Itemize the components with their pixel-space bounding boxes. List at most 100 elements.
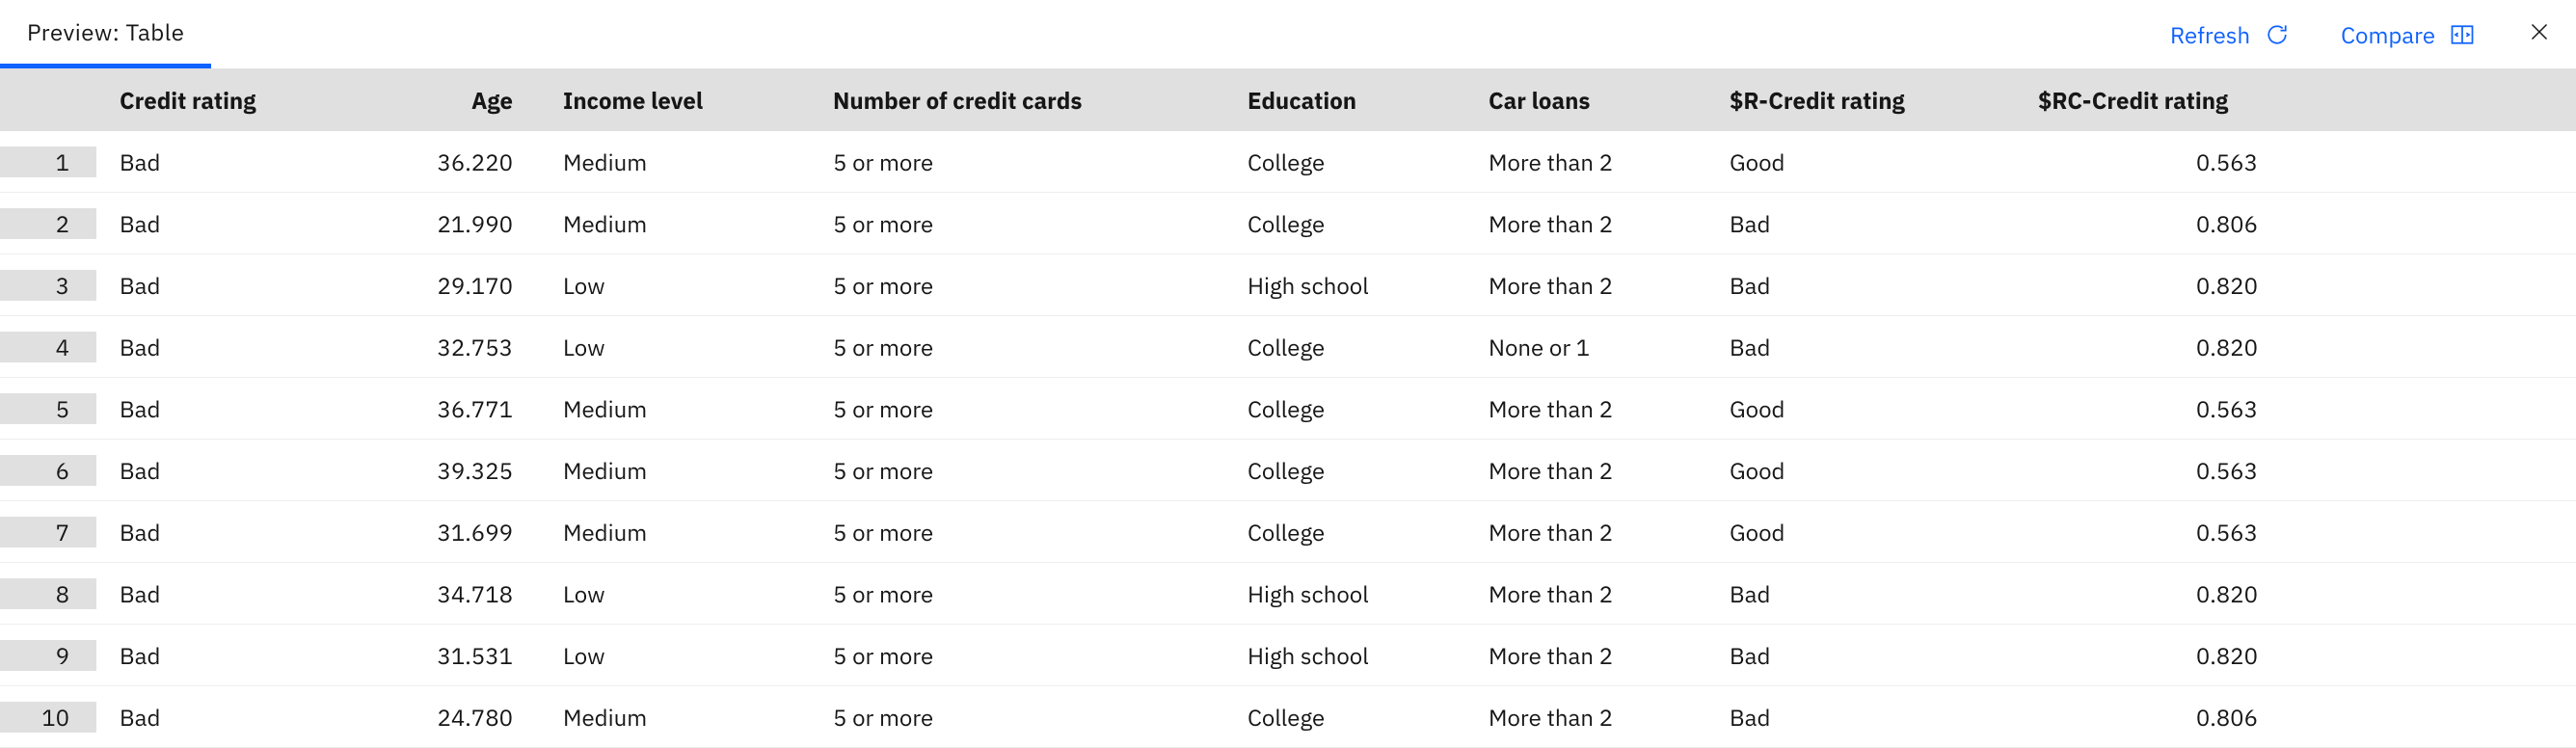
cell-age: 34.718 [366, 578, 540, 609]
header-num-cards[interactable]: Number of credit cards [810, 85, 1224, 116]
cell-income: Low [540, 578, 810, 609]
cell-cards: 5 or more [810, 147, 1224, 177]
cell-cards: 5 or more [810, 270, 1224, 301]
cell-age: 29.170 [366, 270, 540, 301]
cell-education: High school [1224, 578, 1465, 609]
cell-cards: 5 or more [810, 702, 1224, 733]
cell-credit-rating: Bad [96, 517, 366, 548]
cell-r-credit: Good [1706, 393, 2015, 424]
header-r-credit[interactable]: $R-Credit rating [1706, 85, 2015, 116]
cell-rc-credit: 0.806 [2015, 208, 2285, 239]
close-icon [2528, 19, 2551, 50]
cell-car-loans: More than 2 [1465, 393, 1706, 424]
cell-income: Low [540, 332, 810, 362]
row-number: 9 [0, 640, 96, 671]
cell-age: 32.753 [366, 332, 540, 362]
cell-rc-credit: 0.820 [2015, 640, 2285, 671]
cell-rc-credit: 0.806 [2015, 702, 2285, 733]
header-credit-rating[interactable]: Credit rating [96, 85, 366, 116]
row-number: 10 [0, 702, 96, 733]
header-rc-credit[interactable]: $RC-Credit rating [2015, 85, 2285, 116]
cell-rc-credit: 0.820 [2015, 332, 2285, 362]
cell-age: 21.990 [366, 208, 540, 239]
cell-age: 36.771 [366, 393, 540, 424]
header-car-loans[interactable]: Car loans [1465, 85, 1706, 116]
compare-button[interactable]: Compare [2341, 19, 2476, 50]
refresh-icon [2264, 21, 2291, 48]
cell-credit-rating: Bad [96, 147, 366, 177]
table-row[interactable]: 10Bad24.780Medium5 or moreCollegeMore th… [0, 686, 2576, 748]
cell-age: 39.325 [366, 455, 540, 486]
cell-education: College [1224, 332, 1465, 362]
cell-education: High school [1224, 640, 1465, 671]
cell-credit-rating: Bad [96, 640, 366, 671]
preview-tab[interactable]: Preview: Table [0, 0, 211, 68]
cell-income: Low [540, 270, 810, 301]
close-button[interactable] [2526, 21, 2553, 48]
row-number: 7 [0, 517, 96, 548]
cell-education: College [1224, 208, 1465, 239]
cell-cards: 5 or more [810, 640, 1224, 671]
refresh-button[interactable]: Refresh [2170, 19, 2291, 50]
cell-car-loans: More than 2 [1465, 270, 1706, 301]
cell-r-credit: Bad [1706, 702, 2015, 733]
refresh-label: Refresh [2170, 19, 2250, 50]
cell-education: College [1224, 147, 1465, 177]
cell-credit-rating: Bad [96, 208, 366, 239]
header-education[interactable]: Education [1224, 85, 1465, 116]
cell-rc-credit: 0.820 [2015, 578, 2285, 609]
row-number: 5 [0, 393, 96, 424]
row-number: 3 [0, 270, 96, 301]
cell-credit-rating: Bad [96, 578, 366, 609]
cell-cards: 5 or more [810, 332, 1224, 362]
cell-income: Medium [540, 455, 810, 486]
cell-income: Medium [540, 702, 810, 733]
cell-age: 36.220 [366, 147, 540, 177]
cell-rc-credit: 0.563 [2015, 393, 2285, 424]
header-income-level[interactable]: Income level [540, 85, 810, 116]
table-row[interactable]: 7Bad31.699Medium5 or moreCollegeMore tha… [0, 501, 2576, 563]
table-row[interactable]: 9Bad31.531Low5 or moreHigh schoolMore th… [0, 625, 2576, 686]
cell-credit-rating: Bad [96, 332, 366, 362]
cell-r-credit: Bad [1706, 208, 2015, 239]
cell-car-loans: More than 2 [1465, 578, 1706, 609]
cell-age: 24.780 [366, 702, 540, 733]
cell-education: College [1224, 517, 1465, 548]
table-row[interactable]: 5Bad36.771Medium5 or moreCollegeMore tha… [0, 378, 2576, 440]
cell-car-loans: More than 2 [1465, 640, 1706, 671]
table-body: 1Bad36.220Medium5 or moreCollegeMore tha… [0, 131, 2576, 748]
cell-r-credit: Bad [1706, 640, 2015, 671]
cell-car-loans: None or 1 [1465, 332, 1706, 362]
table-row[interactable]: 8Bad34.718Low5 or moreHigh schoolMore th… [0, 563, 2576, 625]
compare-label: Compare [2341, 19, 2435, 50]
table-row[interactable]: 2Bad21.990Medium5 or moreCollegeMore tha… [0, 193, 2576, 254]
cell-credit-rating: Bad [96, 393, 366, 424]
cell-r-credit: Good [1706, 147, 2015, 177]
cell-r-credit: Bad [1706, 332, 2015, 362]
cell-income: Medium [540, 147, 810, 177]
table-row[interactable]: 4Bad32.753Low5 or moreCollegeNone or 1Ba… [0, 316, 2576, 378]
cell-car-loans: More than 2 [1465, 517, 1706, 548]
cell-credit-rating: Bad [96, 270, 366, 301]
header-age[interactable]: Age [366, 85, 540, 116]
row-number: 4 [0, 332, 96, 362]
cell-cards: 5 or more [810, 455, 1224, 486]
cell-rc-credit: 0.563 [2015, 517, 2285, 548]
table-row[interactable]: 3Bad29.170Low5 or moreHigh schoolMore th… [0, 254, 2576, 316]
cell-car-loans: More than 2 [1465, 455, 1706, 486]
cell-cards: 5 or more [810, 578, 1224, 609]
cell-age: 31.699 [366, 517, 540, 548]
topbar-left: Preview: Table [0, 0, 211, 68]
data-table: Credit rating Age Income level Number of… [0, 69, 2576, 748]
row-number: 2 [0, 208, 96, 239]
preview-topbar: Preview: Table Refresh Compare [0, 0, 2576, 69]
cell-credit-rating: Bad [96, 702, 366, 733]
cell-income: Low [540, 640, 810, 671]
table-row[interactable]: 1Bad36.220Medium5 or moreCollegeMore tha… [0, 131, 2576, 193]
cell-cards: 5 or more [810, 208, 1224, 239]
cell-r-credit: Bad [1706, 270, 2015, 301]
row-number: 8 [0, 578, 96, 609]
cell-rc-credit: 0.563 [2015, 455, 2285, 486]
cell-education: College [1224, 393, 1465, 424]
table-row[interactable]: 6Bad39.325Medium5 or moreCollegeMore tha… [0, 440, 2576, 501]
